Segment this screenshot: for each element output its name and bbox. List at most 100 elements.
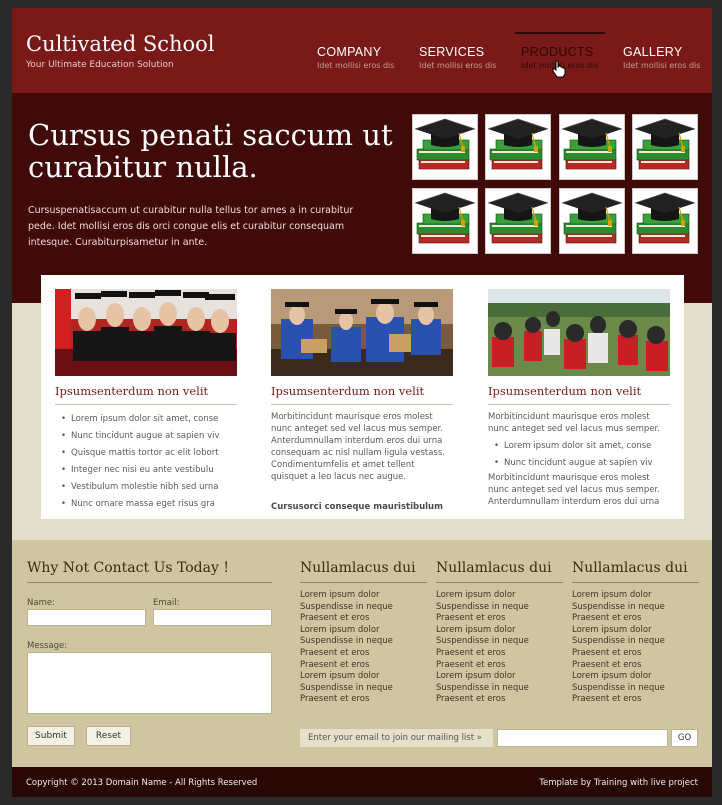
column-link[interactable]: Lorem ipsum dolor xyxy=(300,590,427,602)
column-link[interactable]: Praesent et eros xyxy=(572,660,699,672)
graduates-photo[interactable] xyxy=(55,289,237,376)
column-link[interactable]: Lorem ipsum dolor xyxy=(300,671,427,683)
column-link[interactable]: Suspendisse in neque xyxy=(300,636,427,648)
nav-sublabel: Idet mollisi eros dis xyxy=(623,61,701,70)
feature-card: Ipsumsenterdum non velit Lorem ipsum dol… xyxy=(55,289,237,513)
graduation-cap-books-icon[interactable] xyxy=(559,188,625,254)
column-link[interactable]: Suspendisse in neque xyxy=(300,602,427,614)
feature-card: Ipsumsenterdum non velit Morbitincidunt … xyxy=(488,289,670,508)
mailing-list-label: Enter your email to join our mailing lis… xyxy=(300,729,493,747)
mailing-email-input[interactable] xyxy=(497,729,668,747)
list-item: Integer nec nisi eu ante vestibulu xyxy=(55,462,237,479)
email-label: Email: xyxy=(153,598,180,608)
column-link[interactable]: Praesent et eros xyxy=(436,694,563,706)
column-link[interactable]: Lorem ipsum dolor xyxy=(572,625,699,637)
email-field[interactable] xyxy=(153,609,272,626)
column-link[interactable]: Praesent et eros xyxy=(572,648,699,660)
contact-section: Why Not Contact Us Today ! Name: Email: … xyxy=(12,540,712,767)
column-link[interactable]: Praesent et eros xyxy=(300,648,427,660)
column-link[interactable]: Suspendisse in neque xyxy=(572,636,699,648)
graduation-cap-books-icon[interactable] xyxy=(632,114,698,180)
nav-label: PRODUCTS xyxy=(521,45,594,59)
nav-label: GALLERY xyxy=(623,45,683,59)
column-link[interactable]: Praesent et eros xyxy=(572,613,699,625)
logo-tagline: Your Ultimate Education Solution xyxy=(26,60,174,70)
contact-title: Why Not Contact Us Today ! xyxy=(27,560,272,583)
column-link[interactable]: Praesent et eros xyxy=(300,660,427,672)
graduation-cap-books-icon[interactable] xyxy=(412,114,478,180)
graduation-cap-books-icon[interactable] xyxy=(412,188,478,254)
column-link[interactable]: Suspendisse in neque xyxy=(436,683,563,695)
column-link[interactable]: Praesent et eros xyxy=(300,694,427,706)
site-footer: Copyright © 2013 Domain Name - All Right… xyxy=(12,767,712,797)
column-link[interactable]: Praesent et eros xyxy=(572,694,699,706)
card-title[interactable]: Ipsumsenterdum non velit xyxy=(271,384,453,405)
column-title: Nullamlacus dui xyxy=(572,560,699,583)
hero-title: Cursus penati saccum ut curabitur nulla. xyxy=(28,118,393,184)
feature-panel: Ipsumsenterdum non velit Lorem ipsum dol… xyxy=(41,275,684,519)
list-item: Lorem ipsum dolor sit amet, conse xyxy=(488,438,670,455)
graduation-cap-books-icon[interactable] xyxy=(485,114,551,180)
column-link[interactable]: Praesent et eros xyxy=(436,648,563,660)
column-link[interactable]: Suspendisse in neque xyxy=(572,602,699,614)
column-title: Nullamlacus dui xyxy=(436,560,563,583)
card-list: Lorem ipsum dolor sit amet, conse Nunc t… xyxy=(488,438,670,472)
graduation-cap-books-icon[interactable] xyxy=(559,114,625,180)
nav-label: SERVICES xyxy=(419,45,485,59)
column-link[interactable]: Praesent et eros xyxy=(436,613,563,625)
copyright-text: Copyright © 2013 Domain Name - All Right… xyxy=(26,778,258,788)
students-reading-photo[interactable] xyxy=(271,289,453,376)
column-link[interactable]: Lorem ipsum dolor xyxy=(436,671,563,683)
card-list: Lorem ipsum dolor sit amet, conse Nunc t… xyxy=(55,411,237,513)
column-link[interactable]: Lorem ipsum dolor xyxy=(436,590,563,602)
column-link[interactable]: Praesent et eros xyxy=(300,613,427,625)
list-item: Nunc ornare massa eget risus gra xyxy=(55,496,237,513)
card-paragraph: Morbitincidunt maurisque eros molest nun… xyxy=(488,412,660,434)
card-paragraph: Morbitincidunt maurisque eros molest nun… xyxy=(271,412,445,482)
graduation-cap-books-icon[interactable] xyxy=(632,188,698,254)
link-column: Nullamlacus dui Lorem ipsum dolor Suspen… xyxy=(572,560,699,706)
column-link[interactable]: Lorem ipsum dolor xyxy=(572,671,699,683)
column-link[interactable]: Praesent et eros xyxy=(436,660,563,672)
message-field[interactable] xyxy=(27,652,272,714)
card-title[interactable]: Ipsumsenterdum non velit xyxy=(55,384,237,405)
name-field[interactable] xyxy=(27,609,146,626)
link-column: Nullamlacus dui Lorem ipsum dolor Suspen… xyxy=(436,560,563,706)
logo-title[interactable]: Cultivated School xyxy=(26,32,215,56)
list-item: Vestibulum molestie nibh sed urna xyxy=(55,479,237,496)
column-link[interactable]: Suspendisse in neque xyxy=(300,683,427,695)
page-frame: Cultivated School Your Ultimate Educatio… xyxy=(12,8,712,797)
column-link[interactable]: Suspendisse in neque xyxy=(436,636,563,648)
site-header: Cultivated School Your Ultimate Educatio… xyxy=(12,8,712,93)
nav-sublabel: Idet mollisi eros dis xyxy=(419,61,497,70)
column-link[interactable]: Lorem ipsum dolor xyxy=(436,625,563,637)
card-strong-text: Cursusorci conseque mauristibulum xyxy=(271,502,443,512)
reset-button[interactable]: Reset xyxy=(86,726,131,746)
column-link[interactable]: Suspendisse in neque xyxy=(572,683,699,695)
column-list: Lorem ipsum dolor Suspendisse in neque P… xyxy=(436,590,563,706)
feature-card: Ipsumsenterdum non velit Morbitincidunt … xyxy=(271,289,453,512)
list-item: Quisque mattis tortor ac elit lobort xyxy=(55,445,237,462)
list-item: Nunc tincidunt augue at sapien viv xyxy=(55,428,237,445)
message-label: Message: xyxy=(27,641,68,651)
column-list: Lorem ipsum dolor Suspendisse in neque P… xyxy=(572,590,699,706)
school-crowd-photo[interactable] xyxy=(488,289,670,376)
list-item: Lorem ipsum dolor sit amet, conse xyxy=(55,411,237,428)
nav-item-company[interactable]: COMPANY Idet mollisi eros dis xyxy=(317,45,407,70)
column-link[interactable]: Suspendisse in neque xyxy=(436,602,563,614)
card-paragraph: Morbitincidunt maurisque eros molest nun… xyxy=(488,473,660,507)
list-item: Nunc tincidunt augue at sapien viv xyxy=(488,455,670,472)
card-title[interactable]: Ipsumsenterdum non velit xyxy=(488,384,670,405)
nav-item-services[interactable]: SERVICES Idet mollisi eros dis xyxy=(419,45,509,70)
nav-item-gallery[interactable]: GALLERY Idet mollisi eros dis xyxy=(623,45,712,70)
graduation-cap-books-icon[interactable] xyxy=(485,188,551,254)
column-title: Nullamlacus dui xyxy=(300,560,427,583)
nav-sublabel: Idet mollisi eros dis xyxy=(317,61,395,70)
submit-button[interactable]: Submit xyxy=(27,726,75,746)
column-link[interactable]: Lorem ipsum dolor xyxy=(300,625,427,637)
column-list: Lorem ipsum dolor Suspendisse in neque P… xyxy=(300,590,427,706)
name-label: Name: xyxy=(27,598,55,608)
column-link[interactable]: Lorem ipsum dolor xyxy=(572,590,699,602)
go-button[interactable]: GO xyxy=(671,729,698,747)
template-credit-link[interactable]: Template by Training with live project xyxy=(539,778,698,788)
